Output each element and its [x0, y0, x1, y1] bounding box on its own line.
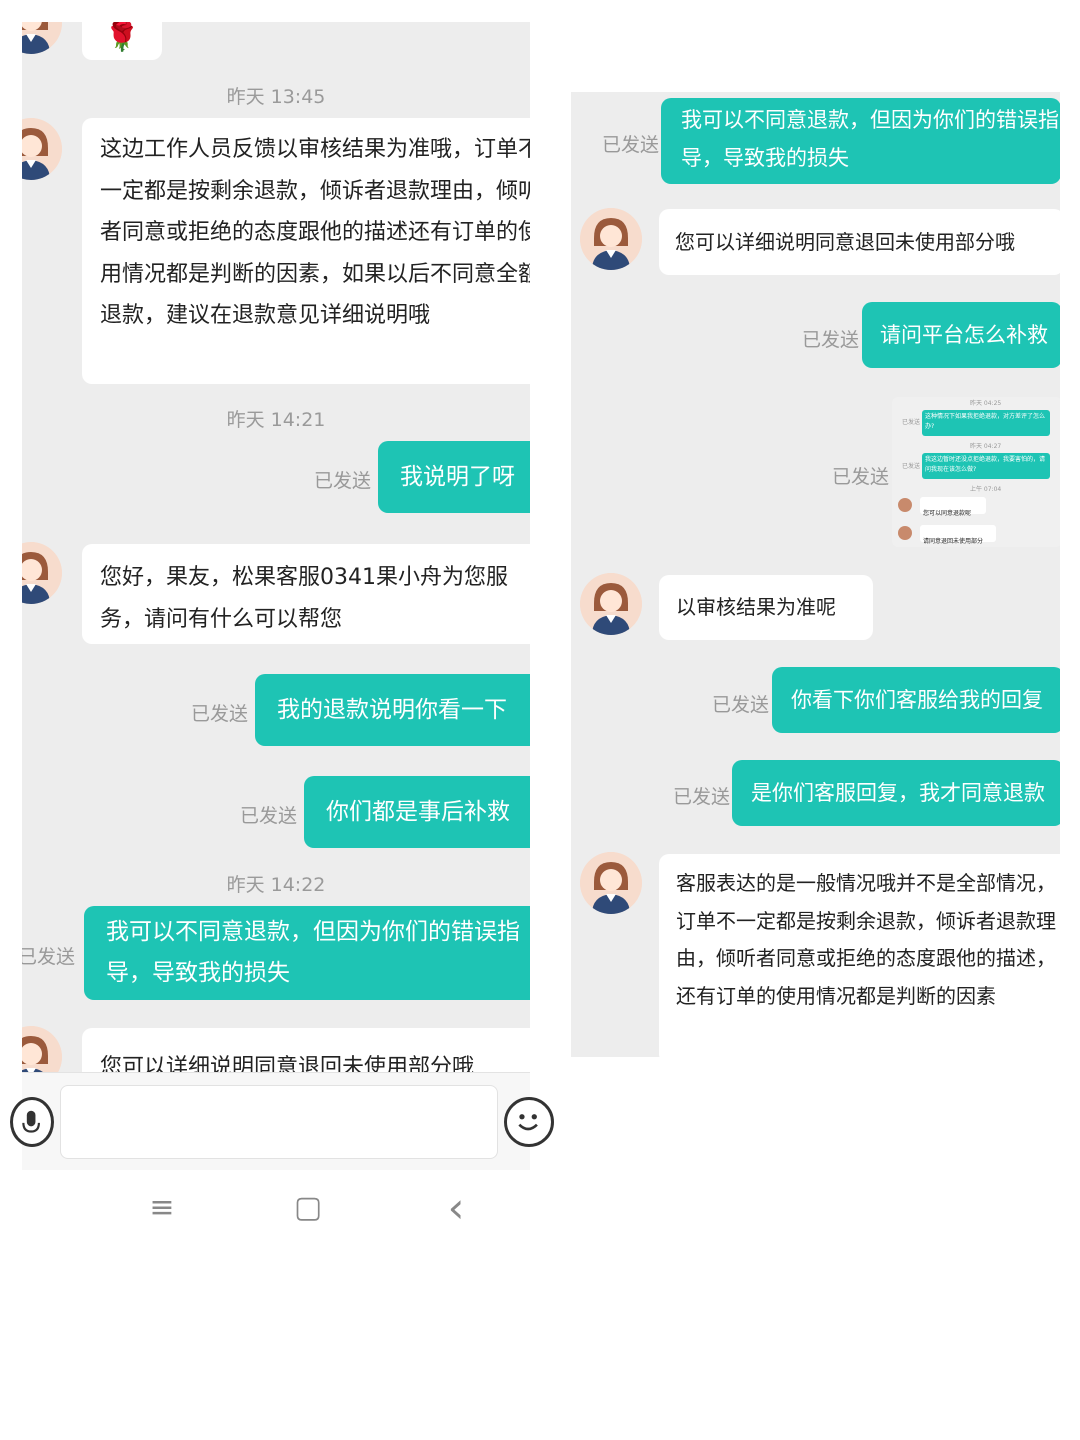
timestamp: 昨天 14:21	[226, 409, 326, 431]
thumb-avatar	[898, 498, 912, 512]
message-text-input[interactable]	[60, 1085, 498, 1159]
sent-message[interactable]: 是你们客服回复，我才同意退款	[732, 760, 1060, 826]
sent-message[interactable]: 你们都是事后补救	[304, 776, 530, 848]
thumb-received-bubble: 您可以同意退款呢	[920, 497, 986, 517]
menu-icon[interactable]: ≡	[147, 1185, 177, 1231]
agent-avatar[interactable]	[22, 1026, 62, 1072]
left-chat-screenshot: 🌹 昨天 13:45 这边工作人员反馈以审核结果为准哦，订单不一定都是按剩余退款…	[22, 22, 530, 1072]
received-message[interactable]: 您可以详细说明同意退回未使用部分哦	[659, 209, 1060, 275]
thumb-timestamp: 昨天 04:25	[970, 400, 1002, 407]
timestamp: 昨天 13:45	[226, 86, 326, 108]
agent-avatar[interactable]	[22, 542, 62, 604]
received-message[interactable]: 您好，果友，松果客服0341果小舟为您服务，请问有什么可以帮您	[82, 544, 530, 644]
sent-status: 已发送	[802, 329, 860, 351]
sticker-bubble[interactable]: 🌹	[82, 22, 162, 60]
home-icon[interactable]: ▢	[293, 1185, 323, 1231]
agent-avatar[interactable]	[580, 573, 642, 635]
sent-message[interactable]: 我说明了呀	[378, 441, 530, 513]
received-message[interactable]: 客服表达的是一般情况哦并不是全部情况，订单不一定都是按剩余退款，倾诉者退款理由，…	[659, 854, 1060, 1057]
sent-status: 已发送	[712, 694, 770, 716]
thumb-status: 已发送	[902, 419, 921, 426]
thumb-sent-bubble: 这种情况下如果我拒绝退款，对方差评了怎么办?	[922, 410, 1050, 436]
rose-sticker: 🌹	[104, 22, 140, 53]
sent-status: 已发送	[191, 703, 249, 725]
sent-message[interactable]: 我可以不同意退款，但因为你们的错误指导，导致我的损失	[661, 98, 1060, 184]
agent-avatar[interactable]	[22, 118, 62, 180]
received-message[interactable]: 以审核结果为准呢	[659, 575, 873, 640]
sent-message[interactable]: 我可以不同意退款，但因为你们的错误指导，导致我的损失	[84, 906, 530, 1000]
agent-avatar[interactable]	[22, 22, 62, 54]
right-chat-screenshot: 已发送 我可以不同意退款，但因为你们的错误指导，导致我的损失 您可以详细说明同意…	[571, 92, 1060, 1057]
smiley-icon[interactable]	[504, 1097, 554, 1147]
sent-status: 已发送	[832, 466, 890, 488]
received-message[interactable]: 您可以详细说明同意退回未使用部分哦	[82, 1028, 530, 1072]
thumb-sent-bubble: 我这边暂时还没点拒绝退款，我要害怕的，请问我现在该怎么做?	[922, 453, 1050, 479]
back-icon[interactable]: ‹	[441, 1185, 471, 1231]
agent-avatar[interactable]	[580, 208, 642, 270]
thumb-timestamp: 上午 07:04	[970, 486, 1002, 493]
agent-avatar[interactable]	[580, 852, 642, 914]
sent-status: 已发送	[240, 805, 298, 827]
thumb-avatar	[898, 526, 912, 540]
received-message[interactable]: 这边工作人员反馈以审核结果为准哦，订单不一定都是按剩余退款，倾诉者退款理由，倾听…	[82, 118, 530, 384]
thumb-status: 已发送	[902, 463, 921, 470]
thumb-received-bubble: 请同意退回未使用部分	[920, 525, 996, 545]
sent-message[interactable]: 你看下你们客服给我的回复	[772, 667, 1060, 733]
message-input-bar	[10, 1072, 554, 1170]
timestamp: 昨天 14:22	[226, 874, 326, 896]
sent-message[interactable]: 我的退款说明你看一下	[255, 674, 530, 746]
sent-message[interactable]: 请问平台怎么补救	[862, 302, 1060, 368]
screenshot-thumbnail[interactable]: 昨天 04:25 已发送 这种情况下如果我拒绝退款，对方差评了怎么办? 昨天 0…	[892, 397, 1060, 547]
thumb-timestamp: 昨天 04:27	[970, 443, 1002, 450]
sent-status: 已发送	[602, 134, 660, 156]
microphone-icon[interactable]	[10, 1097, 54, 1147]
sent-status: 已发送	[22, 946, 76, 968]
sent-status: 已发送	[673, 786, 731, 808]
sent-status: 已发送	[314, 470, 372, 492]
